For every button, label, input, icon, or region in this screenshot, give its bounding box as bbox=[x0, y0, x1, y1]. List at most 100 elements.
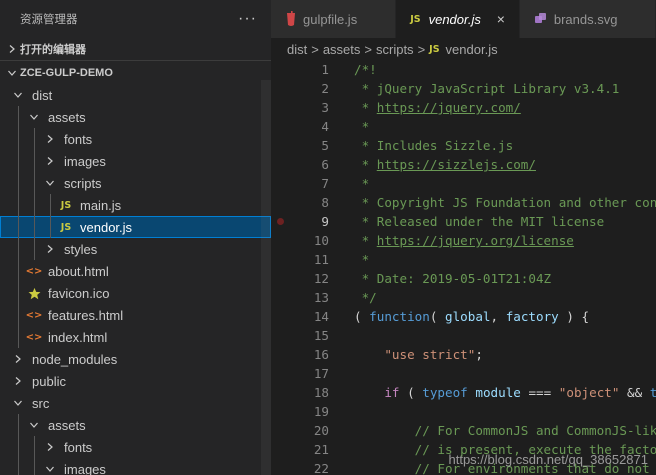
comment: * bbox=[354, 119, 370, 134]
more-actions-icon[interactable]: ··· bbox=[238, 10, 257, 28]
tree-item-fonts[interactable]: fonts bbox=[0, 436, 271, 458]
link[interactable]: https://jquery.org/license bbox=[377, 233, 574, 248]
breadcrumb-item[interactable]: dist bbox=[287, 42, 307, 57]
tree-item-label: scripts bbox=[64, 175, 102, 191]
tree-item-dist[interactable]: dist bbox=[0, 84, 271, 106]
open-editors-section[interactable]: 打开的编辑器 bbox=[0, 38, 271, 61]
code-token: , bbox=[490, 309, 506, 324]
tree-item-images[interactable]: images bbox=[0, 458, 271, 475]
explorer-sidebar: 资源管理器 ··· 打开的编辑器 ZCE-GULP-DEMO dist asset… bbox=[0, 0, 271, 475]
code-line: 19 bbox=[271, 402, 656, 421]
indent-guide bbox=[18, 106, 19, 128]
code-line: 3 * https://jquery.com/ bbox=[271, 98, 656, 117]
tree-item-features-html[interactable]: <> features.html bbox=[0, 304, 271, 326]
code-token: && bbox=[619, 385, 650, 400]
tree-item-main-js[interactable]: JS main.js bbox=[0, 194, 271, 216]
svg-icon bbox=[534, 12, 548, 26]
code-line: 11 * bbox=[271, 250, 656, 269]
indent-guide bbox=[18, 128, 19, 150]
code-token: ) { bbox=[558, 309, 590, 324]
project-label: ZCE-GULP-DEMO bbox=[20, 67, 113, 79]
tree-item-about-html[interactable]: <> about.html bbox=[0, 260, 271, 282]
tree-item-src[interactable]: src bbox=[0, 392, 271, 414]
breadcrumb-file[interactable]: vendor.js bbox=[446, 42, 498, 57]
comment: * jQuery JavaScript Library v3.4.1 bbox=[354, 81, 620, 96]
tree-item-label: node_modules bbox=[32, 351, 118, 367]
indent-guide bbox=[18, 216, 19, 238]
tree-item-favicon-ico[interactable]: favicon.ico bbox=[0, 282, 271, 304]
tree-item-vendor-js[interactable]: JS vendor.js bbox=[0, 216, 271, 238]
tree-item-styles[interactable]: styles bbox=[0, 238, 271, 260]
tree-item-fonts[interactable]: fonts bbox=[0, 128, 271, 150]
breadcrumb-item[interactable]: assets bbox=[323, 42, 361, 57]
html-file-icon: <> bbox=[25, 265, 43, 277]
line-number: 19 bbox=[313, 404, 329, 419]
explorer-header: 资源管理器 ··· bbox=[0, 0, 271, 38]
code-line: 1 /*! bbox=[271, 60, 656, 79]
indent-guide bbox=[18, 304, 19, 326]
tab-label: brands.svg bbox=[553, 11, 618, 27]
tree-item-label: index.html bbox=[48, 329, 108, 345]
sidebar-scrollbar[interactable] bbox=[261, 80, 271, 475]
close-icon[interactable]: × bbox=[493, 11, 509, 27]
tree-item-index-html[interactable]: <> index.html bbox=[0, 326, 271, 348]
tree-item-images[interactable]: images bbox=[0, 150, 271, 172]
code-line: 9 * Released under the MIT license bbox=[271, 212, 656, 231]
link[interactable]: https://sizzlejs.com/ bbox=[377, 157, 536, 172]
code-text: * bbox=[329, 250, 370, 269]
code-line: 7 * bbox=[271, 174, 656, 193]
tree-item-scripts[interactable]: scripts bbox=[0, 172, 271, 194]
chevron-down-icon bbox=[4, 65, 20, 81]
chevron-right-icon bbox=[42, 153, 58, 169]
code-editor[interactable]: 1 /*! 2 * jQuery JavaScript Library v3.4.1… bbox=[271, 60, 656, 475]
code-text: /*! bbox=[329, 60, 377, 79]
code-line: 16 "use strict"; bbox=[271, 345, 656, 364]
code-line: 6 * https://sizzlejs.com/ bbox=[271, 155, 656, 174]
tree-item-public[interactable]: public bbox=[0, 370, 271, 392]
line-number: 21 bbox=[313, 442, 329, 457]
comment: * Date: 2019-05-01T21:04Z bbox=[354, 271, 552, 286]
tab-brands-svg[interactable]: brands.svg bbox=[519, 0, 656, 38]
tree-item-label: vendor.js bbox=[80, 219, 133, 235]
chevron-down-icon bbox=[42, 175, 58, 191]
breakpoint-icon[interactable] bbox=[277, 218, 284, 225]
line-number: 11 bbox=[313, 252, 329, 267]
tab-gulpfile-js[interactable]: gulpfile.js bbox=[271, 0, 397, 38]
breadcrumb: dist > assets > scripts > JS vendor.js bbox=[271, 38, 656, 60]
tree-item-label: assets bbox=[48, 109, 86, 125]
tab-bar: gulpfile.js JS vendor.js × brands.svg bbox=[271, 0, 656, 38]
code-token: typeof bbox=[422, 385, 468, 400]
line-number: 18 bbox=[313, 385, 329, 400]
breadcrumb-separator: > bbox=[417, 41, 426, 57]
tree-item-assets[interactable]: assets bbox=[0, 106, 271, 128]
indent-guide bbox=[34, 194, 35, 216]
breadcrumb-item[interactable]: scripts bbox=[376, 42, 414, 57]
code-text: if ( typeof module === "object" && typeo… bbox=[329, 383, 656, 402]
code-line: 14( function( global, factory ) { bbox=[271, 307, 656, 326]
chevron-down-icon bbox=[26, 109, 42, 125]
js-file-icon: JS bbox=[60, 221, 72, 233]
tree-item-node-modules[interactable]: node_modules bbox=[0, 348, 271, 370]
comment: * bbox=[354, 157, 377, 172]
indent-guide bbox=[34, 150, 35, 172]
line-number: 1 bbox=[321, 62, 329, 77]
tree-item-label: main.js bbox=[80, 197, 122, 213]
line-number: 15 bbox=[313, 328, 329, 343]
link[interactable]: https://jquery.com/ bbox=[377, 100, 521, 115]
chevron-down-icon bbox=[26, 417, 42, 433]
project-section[interactable]: ZCE-GULP-DEMO bbox=[0, 62, 271, 84]
code-token: module bbox=[475, 385, 521, 400]
chevron-right-icon bbox=[4, 41, 20, 57]
line-number: 17 bbox=[313, 366, 329, 381]
chevron-down-icon bbox=[42, 461, 58, 475]
file-tree: dist assets fonts images scripts JS main.js JS v… bbox=[0, 84, 271, 475]
line-number: 20 bbox=[313, 423, 329, 438]
code-line: 2 * jQuery JavaScript Library v3.4.1 bbox=[271, 79, 656, 98]
tree-item-assets[interactable]: assets bbox=[0, 414, 271, 436]
chevron-right-icon bbox=[10, 373, 26, 389]
code-line: 18 if ( typeof module === "object" && ty… bbox=[271, 383, 656, 402]
line-number: 10 bbox=[313, 233, 329, 248]
tab-vendor-js[interactable]: JS vendor.js × bbox=[396, 0, 520, 38]
line-number: 12 bbox=[313, 271, 329, 286]
